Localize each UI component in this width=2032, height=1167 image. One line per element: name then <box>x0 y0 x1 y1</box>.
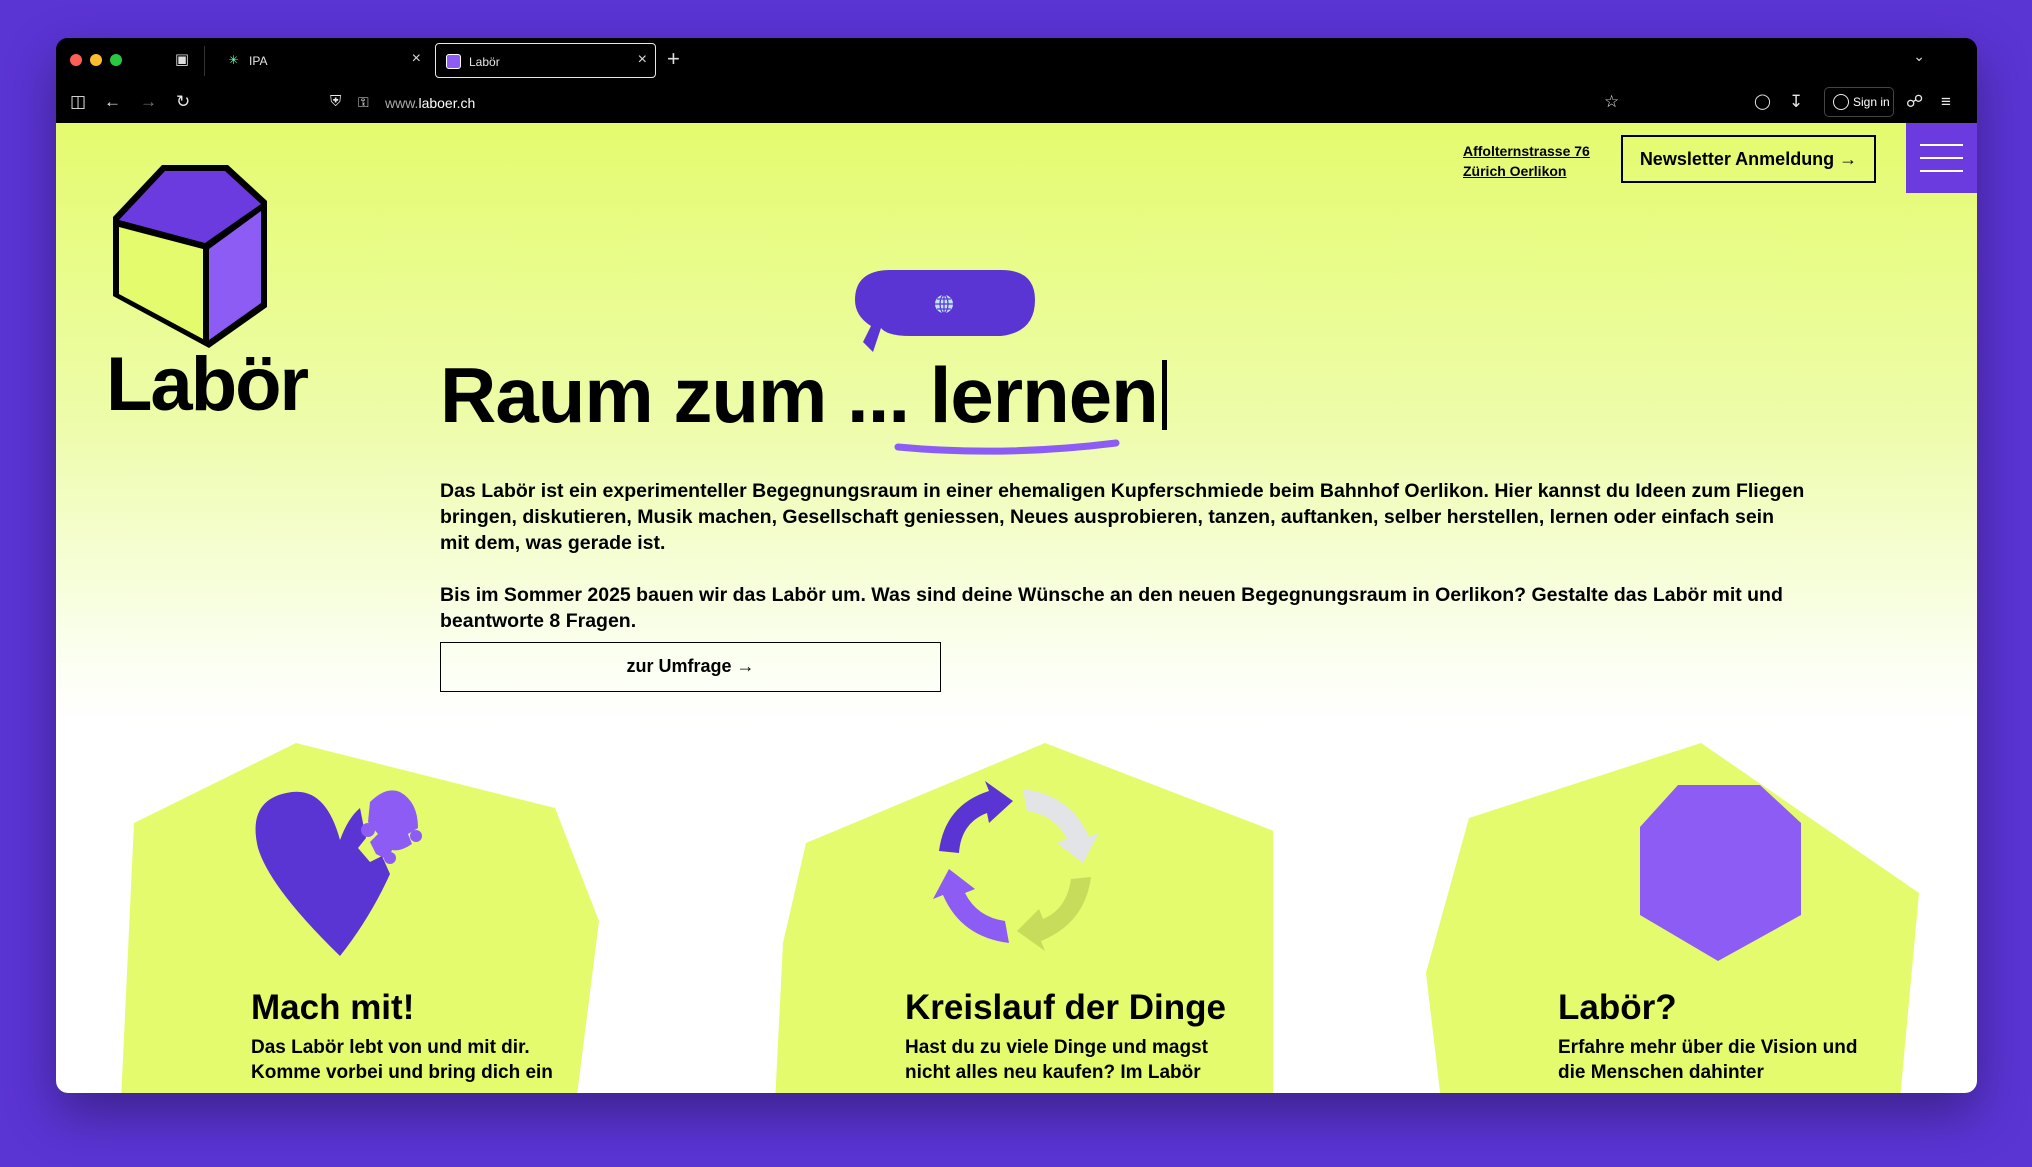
close-tab-icon[interactable]: × <box>412 50 421 68</box>
card-text-line: Das Labör lebt von und mit dir. <box>251 1037 530 1058</box>
tab-label: Labör <box>469 55 500 69</box>
card-text-line: Hast du zu viele Dinge und magst <box>905 1037 1208 1058</box>
menu-line <box>1920 144 1963 146</box>
address-street: Affolternstrasse 76 <box>1463 143 1590 159</box>
tab-ipa[interactable]: ✳ IPA × <box>216 43 429 78</box>
close-tab-icon[interactable]: × <box>638 51 647 69</box>
tab-overview-icon[interactable]: ▣ <box>172 50 192 70</box>
chevron-down-icon[interactable]: ⌄ <box>1913 48 1925 65</box>
intro-paragraph: Bis im Sommer 2025 bauen wir das Labör u… <box>440 584 1783 632</box>
card-title: Labör? <box>1558 988 1677 1027</box>
address-link[interactable]: Affolternstrasse 76 Zürich Oerlikon <box>1463 141 1590 181</box>
tab-laboer[interactable]: Labör × <box>435 43 656 78</box>
recycle-arrows-icon <box>933 781 1099 951</box>
newsletter-signup-button[interactable]: Newsletter Anmeldung → <box>1621 135 1876 183</box>
card-text-line: Komme vorbei und bring dich ein <box>251 1062 553 1083</box>
app-menu-icon[interactable]: ≡ <box>1941 92 1951 112</box>
tab-strip: ▣ ✳ IPA × Labör × + ⌄ <box>56 38 1977 83</box>
hero-title-word: lernen <box>929 351 1159 439</box>
card-text: Das Labör lebt von und mit dir. Komme vo… <box>251 1035 581 1085</box>
sidebar-icon[interactable]: ◫ <box>70 92 86 112</box>
sign-in-label: Sign in <box>1853 95 1890 109</box>
hero-word-underline <box>894 439 1120 455</box>
menu-line <box>1920 170 1963 172</box>
shield-icon[interactable]: ⛨ <box>330 92 341 112</box>
back-icon[interactable]: ← <box>104 92 121 112</box>
card-text-line: Erfahre mehr über die Vision und <box>1558 1037 1858 1058</box>
reload-icon[interactable]: ↻ <box>176 92 190 112</box>
intro-paragraph: Das Labör ist ein experimenteller Begegn… <box>440 480 1805 554</box>
laboer-favicon-icon <box>446 54 461 69</box>
card-mach-mit[interactable]: Mach mit! Das Labör lebt von und mit dir… <box>119 743 619 1093</box>
address-city: Zürich Oerlikon <box>1463 163 1567 179</box>
url-domain: laboer.ch <box>418 95 476 111</box>
sign-in-button[interactable]: Sign in <box>1824 87 1894 117</box>
web-page: Labör Affolternstrasse 76 Zürich Oerliko… <box>56 123 1977 1093</box>
card-text-line: die Menschen dahinter <box>1558 1062 1764 1083</box>
typing-caret <box>1161 360 1167 430</box>
hamburger-menu-button[interactable] <box>1906 123 1977 193</box>
hero-title-prefix: Raum zum ... <box>440 351 910 439</box>
tab-separator <box>204 46 205 76</box>
account-icon <box>1833 94 1849 110</box>
lock-icon[interactable]: ⚿ <box>358 92 369 112</box>
hero-title: Raum zum ... lernen <box>440 350 1167 441</box>
menu-line <box>1920 157 1963 159</box>
logo-wordmark[interactable]: Labör <box>106 341 309 428</box>
ipa-favicon-icon: ✳ <box>228 53 239 67</box>
heart-puzzle-icon <box>255 790 422 956</box>
download-icon[interactable]: ↧ <box>1789 92 1803 112</box>
close-window-button[interactable] <box>70 54 82 66</box>
extensions-icon[interactable]: ☍ <box>1906 92 1923 112</box>
card-text: Hast du zu viele Dinge und magst nicht a… <box>905 1035 1235 1085</box>
new-tab-button[interactable]: + <box>667 46 680 72</box>
card-title: Kreislauf der Dinge <box>905 988 1226 1027</box>
card-laboer[interactable]: Labör? Erfahre mehr über die Vision und … <box>1426 743 1926 1093</box>
octagon-icon <box>1640 785 1801 961</box>
url-prefix: www. <box>385 95 419 111</box>
forward-icon[interactable]: → <box>140 92 157 112</box>
browser-window: ▣ ✳ IPA × Labör × + ⌄ ◫ ← → ↻ ⛨ ⚿ www.la… <box>56 38 1977 1093</box>
navigation-toolbar: ◫ ← → ↻ ⛨ ⚿ www.laboer.ch ☆ ◯ ↧ Sign in … <box>56 83 1977 123</box>
card-text-line: nicht alles neu kaufen? Im Labör <box>905 1062 1201 1083</box>
intro-text: Das Labör ist ein experimenteller Begegn… <box>440 478 1805 660</box>
card-title: Mach mit! <box>251 988 415 1027</box>
card-text: Erfahre mehr über die Vision und die Men… <box>1558 1035 1888 1085</box>
card-kreislauf[interactable]: Kreislauf der Dinge Hast du zu viele Din… <box>773 743 1273 1093</box>
pocket-icon[interactable]: ◯ <box>1754 92 1771 112</box>
maximize-window-button[interactable] <box>110 54 122 66</box>
tab-label: IPA <box>249 54 268 68</box>
url-bar[interactable]: www.laboer.ch <box>385 95 475 111</box>
bookmark-star-icon[interactable]: ☆ <box>1604 92 1619 112</box>
minimize-window-button[interactable] <box>90 54 102 66</box>
survey-button[interactable]: zur Umfrage → <box>440 642 941 692</box>
